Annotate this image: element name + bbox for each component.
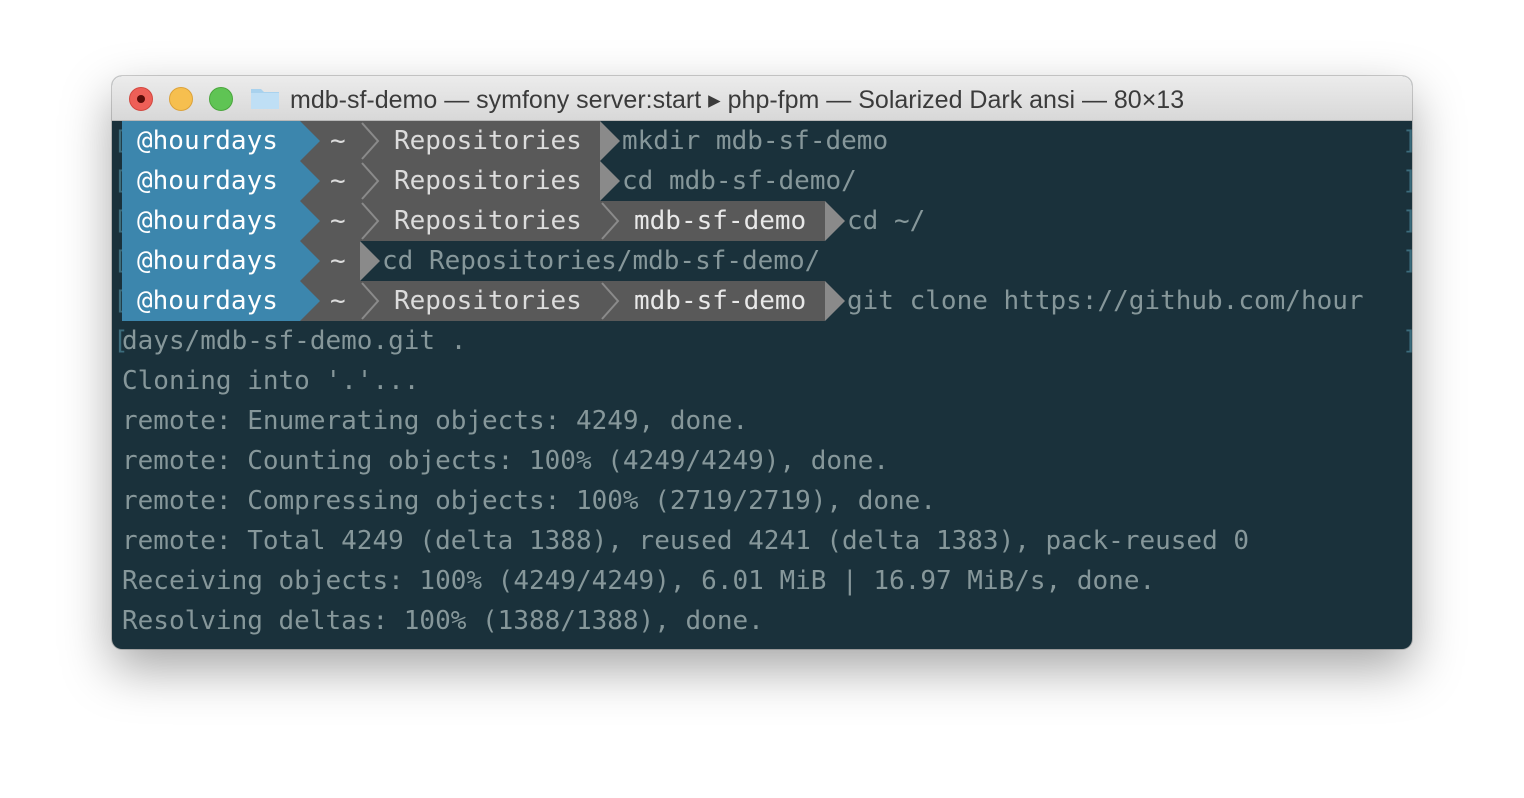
output-text: Cloning into '.'...	[122, 366, 420, 396]
output-text: remote: Compressing objects: 100% (2719/…	[122, 486, 936, 516]
prompt-user: @hourdays	[137, 126, 278, 156]
minimize-button[interactable]	[169, 87, 193, 111]
folder-icon	[251, 89, 279, 109]
output-line: Receiving objects: 100% (4249/4249), 6.0…	[112, 561, 1412, 601]
output-text: remote: Total 4249 (delta 1388), reused …	[122, 526, 1250, 556]
output-text: remote: Enumerating objects: 4249, done.	[122, 406, 749, 436]
bracket-close: ]	[1402, 241, 1412, 281]
output-line: Cloning into '.'...	[112, 361, 1412, 401]
prompt-dir: Repositories	[394, 286, 582, 316]
prompt-dir: Repositories	[394, 206, 582, 236]
output-line: Resolving deltas: 100% (1388/1388), done…	[112, 601, 1412, 641]
output-line: remote: Enumerating objects: 4249, done.	[112, 401, 1412, 441]
prompt-dir: mdb-sf-demo	[634, 206, 807, 236]
path-arrow	[600, 121, 620, 161]
separator-icon	[360, 121, 380, 161]
path-arrow	[825, 281, 845, 321]
command: cd Repositories/mdb-sf-demo/	[382, 246, 821, 276]
bracket-close: ]	[1402, 321, 1412, 361]
close-button[interactable]	[129, 87, 153, 111]
prompt-home: ~	[330, 206, 346, 236]
bracket-close: ]	[1402, 161, 1412, 201]
prompt-dir: Repositories	[394, 126, 582, 156]
terminal-window: mdb-sf-demo — symfony server:start ▸ php…	[112, 76, 1412, 649]
path-arrow	[825, 201, 845, 241]
separator-icon	[360, 281, 380, 321]
prompt-dir: mdb-sf-demo	[634, 286, 807, 316]
title-bar: mdb-sf-demo — symfony server:start ▸ php…	[112, 76, 1412, 121]
prompt-user: @hourdays	[137, 206, 278, 236]
output-line: remote: Total 4249 (delta 1388), reused …	[112, 521, 1412, 561]
path-arrow	[600, 161, 620, 201]
output-line: []days/mdb-sf-demo.git .	[112, 321, 1412, 361]
command: cd mdb-sf-demo/	[622, 166, 857, 196]
bracket-close: ]	[1402, 201, 1412, 241]
output-line: remote: Compressing objects: 100% (2719/…	[112, 481, 1412, 521]
command: mkdir mdb-sf-demo	[622, 126, 889, 156]
command: git clone https://github.com/hour	[847, 286, 1364, 316]
zoom-button[interactable]	[209, 87, 233, 111]
output-text: Receiving objects: 100% (4249/4249), 6.0…	[122, 566, 1156, 596]
output-text: remote: Counting objects: 100% (4249/424…	[122, 446, 890, 476]
path-arrow	[360, 241, 380, 281]
output-line: remote: Counting objects: 100% (4249/424…	[112, 441, 1412, 481]
prompt-line: []@hourdays~Repositoriesmkdir mdb-sf-dem…	[112, 121, 1412, 161]
prompt-home: ~	[330, 286, 346, 316]
command: cd ~/	[847, 206, 926, 236]
bracket-close: ]	[1402, 121, 1412, 161]
separator-icon	[360, 201, 380, 241]
separator-icon	[600, 281, 620, 321]
window-title: mdb-sf-demo — symfony server:start ▸ php…	[290, 86, 1185, 114]
prompt-user: @hourdays	[137, 286, 278, 316]
prompt-user: @hourdays	[137, 246, 278, 276]
output-text: days/mdb-sf-demo.git .	[122, 326, 467, 356]
prompt-home: ~	[330, 246, 346, 276]
prompt-line: [@hourdays ~ Repositories mdb-sf-demo git cl…	[112, 281, 1412, 321]
prompt-user: @hourdays	[137, 166, 278, 196]
prompt-line: []@hourdays~Repositoriescd mdb-sf-demo/	[112, 161, 1412, 201]
prompt-home: ~	[330, 126, 346, 156]
prompt-line: []@hourdays~Repositoriesmdb-sf-democd ~/	[112, 201, 1412, 241]
prompt-dir: Repositories	[394, 166, 582, 196]
output-text: Resolving deltas: 100% (1388/1388), done…	[122, 606, 764, 636]
prompt-line: []@hourdays~cd Repositories/mdb-sf-demo/	[112, 241, 1412, 281]
prompt-home: ~	[330, 166, 346, 196]
separator-icon	[600, 201, 620, 241]
separator-icon	[360, 161, 380, 201]
